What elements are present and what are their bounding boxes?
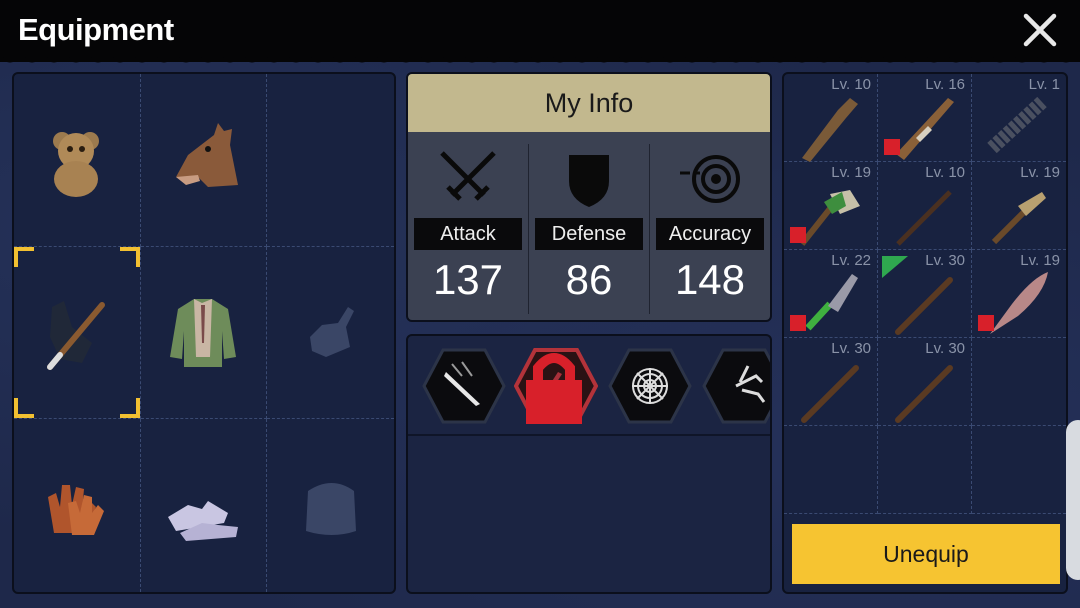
inventory-slot[interactable]: Lv. 1 (972, 74, 1066, 162)
bat-in-hand-icon (46, 301, 105, 371)
info-title: My Info (408, 74, 770, 132)
inventory-slot-empty[interactable] (972, 338, 1066, 426)
equipment-panel (12, 72, 396, 594)
inventory-slot-empty[interactable] (784, 426, 878, 514)
bat-icon (895, 365, 953, 423)
inventory-slot[interactable]: Lv. 19 (972, 250, 1066, 338)
broken-badge (790, 227, 806, 243)
skills-panel (406, 334, 772, 594)
broken-badge (978, 315, 994, 331)
teddy-bear-icon (52, 131, 99, 197)
stat-accuracy: Accuracy 148 (649, 144, 770, 314)
spider-web-skill-icon (608, 348, 692, 424)
inventory-slot[interactable]: Lv. 19 (972, 162, 1066, 250)
inventory-slot[interactable]: Lv. 30 (784, 338, 878, 426)
equip-slot-gloves[interactable] (14, 419, 141, 592)
gloves-icon (47, 484, 104, 535)
defense-value: 86 (565, 256, 613, 303)
stick-icon (896, 190, 952, 246)
attack-value: 137 (432, 256, 504, 303)
equip-slot-top[interactable] (140, 246, 268, 420)
bat-icon (895, 277, 953, 335)
stat-defense: Defense 86 (528, 144, 649, 314)
knife-slash-skill-icon (422, 348, 506, 424)
unequip-button[interactable]: Unequip (792, 524, 1060, 584)
edge-handle[interactable] (1066, 420, 1080, 580)
inventory-slot-empty[interactable] (878, 426, 972, 514)
stat-attack: Attack 137 (408, 144, 528, 314)
sneakers-icon (168, 500, 239, 541)
inventory-slot[interactable]: Lv. 10 (878, 162, 972, 250)
bat-icon (801, 365, 859, 423)
inventory-slot[interactable]: Lv. 30 (878, 338, 972, 426)
inventory-slot[interactable]: Lv. 19 (784, 162, 878, 250)
equip-slot-accessory[interactable] (14, 74, 141, 247)
equip-slot-empty[interactable] (267, 74, 394, 247)
inventory-slot[interactable]: Lv. 10 (784, 74, 878, 162)
bag-placeholder-icon (305, 482, 356, 535)
equip-slot-mask[interactable] (140, 74, 268, 247)
taped-pickaxe-icon (991, 192, 1046, 245)
my-info-panel: My Info Attack 137 Defense 86 Accuracy 1… (406, 72, 772, 322)
skill-blood-slash[interactable] (513, 346, 599, 426)
horse-mask-icon (176, 122, 239, 187)
inventory-slot[interactable]: Lv. 30 (878, 250, 972, 338)
green-jacket-icon (170, 299, 237, 368)
equip-slot-shoes[interactable] (141, 419, 268, 592)
broken-badge (790, 315, 806, 331)
skill-spider-web[interactable] (608, 346, 692, 426)
skill-knife-slash[interactable] (422, 346, 506, 426)
hand-placeholder-icon (309, 307, 354, 358)
broken-badge (884, 139, 900, 155)
close-icon[interactable] (1020, 10, 1060, 50)
equip-slot-hand[interactable] (267, 247, 394, 420)
lock-icon (526, 353, 582, 424)
accuracy-value: 148 (674, 256, 746, 303)
inventory-panel: Lv. 10 Lv. 16 Lv. 1 Lv. 19 Lv. 10 Lv. 19… (782, 72, 1068, 594)
title-bar: Equipment (0, 0, 1080, 68)
spider-skill-icon (702, 348, 770, 424)
shield-icon (569, 155, 609, 207)
equip-slot-weapon[interactable] (14, 246, 141, 420)
inventory-slot[interactable]: Lv. 16 (878, 74, 972, 162)
skill-spider[interactable] (702, 346, 770, 426)
inventory-slot-empty[interactable] (972, 426, 1066, 514)
page-title: Equipment (18, 12, 174, 47)
chain-icon (987, 96, 1047, 154)
equip-slot-bag[interactable] (267, 419, 394, 592)
inventory-slot[interactable]: Lv. 22 (784, 250, 878, 338)
wooden-paddle-icon (802, 98, 858, 162)
target-icon (680, 155, 740, 203)
crossed-swords-icon (440, 151, 496, 201)
